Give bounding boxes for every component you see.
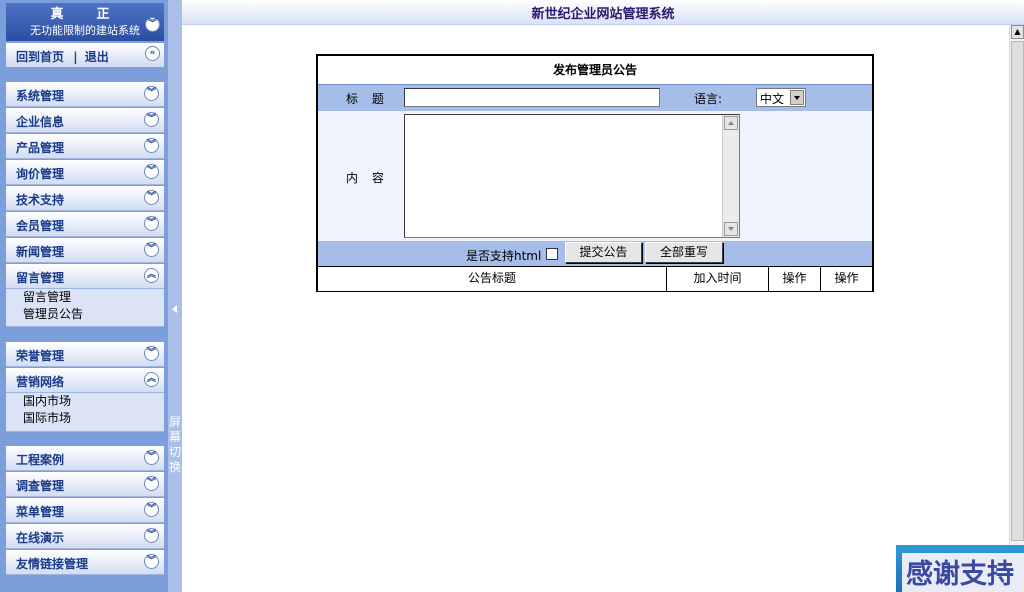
content-textarea[interactable]: [404, 114, 740, 238]
double-chevron-down-icon[interactable]: ︾: [144, 86, 159, 101]
submit-notice-button[interactable]: 提交公告: [565, 242, 642, 263]
title-row: 标 题 语言: 中文: [318, 85, 872, 111]
top-bar: 新世纪企业网站管理系统: [182, 0, 1024, 25]
title-input[interactable]: [404, 88, 660, 107]
notice-table-header: 公告标题 加入时间 操作 操作: [318, 266, 872, 291]
menu-item-inquiry[interactable]: 询价管理 ︾: [6, 160, 164, 185]
menu-item-menus[interactable]: 菜单管理 ︾: [6, 498, 164, 523]
submenu-item-messages[interactable]: 留言管理: [6, 289, 164, 306]
menu-item-system[interactable]: 系统管理 ︾: [6, 82, 164, 107]
menu-item-label: 菜单管理: [16, 505, 65, 519]
language-select[interactable]: 中文: [756, 88, 806, 107]
column-header-title: 公告标题: [467, 271, 516, 285]
page-scrollbar[interactable]: ▲: [1009, 25, 1024, 545]
menu-item-label: 友情链接管理: [16, 557, 89, 571]
home-link[interactable]: 回到首页: [16, 50, 64, 64]
menu-item-label: 技术支持: [16, 193, 65, 207]
html-support-checkbox[interactable]: [546, 248, 558, 260]
double-chevron-down-icon[interactable]: ︾: [144, 554, 159, 569]
submenu-item-domestic[interactable]: 国内市场: [6, 393, 164, 410]
home-separator: |: [73, 50, 78, 64]
menu-item-demo[interactable]: 在线演示 ︾: [6, 524, 164, 549]
menu-item-label: 留言管理: [16, 271, 65, 285]
menu-item-label: 工程案例: [16, 453, 65, 467]
double-chevron-down-icon[interactable]: ︾: [144, 476, 159, 491]
double-chevron-left-icon[interactable]: «: [145, 46, 160, 61]
submenu-messages: 留言管理 管理员公告: [6, 289, 164, 327]
column-header-action: 操作: [820, 267, 872, 291]
collapse-arrow-icon[interactable]: [172, 305, 177, 313]
scroll-thumb[interactable]: [1011, 41, 1024, 541]
menu-item-survey[interactable]: 调查管理 ︾: [6, 472, 164, 497]
double-chevron-down-icon[interactable]: ︾: [144, 190, 159, 205]
thanks-badge-text: 感谢支持: [902, 553, 1024, 592]
menu-item-label: 在线演示: [16, 531, 65, 545]
menu-item-links[interactable]: 友情链接管理 ︾: [6, 550, 164, 575]
menu-item-cases[interactable]: 工程案例 ︾: [6, 446, 164, 471]
double-chevron-down-icon[interactable]: ︾: [144, 112, 159, 127]
menu-item-label: 新闻管理: [16, 245, 65, 259]
menu-item-honors[interactable]: 荣誉管理 ︾: [6, 342, 164, 367]
menu-item-label: 调查管理: [16, 479, 65, 493]
double-chevron-down-icon[interactable]: ︾: [144, 450, 159, 465]
column-header-time: 加入时间: [666, 267, 768, 291]
menu-item-company[interactable]: 企业信息 ︾: [6, 108, 164, 133]
reset-all-button[interactable]: 全部重写: [645, 242, 723, 263]
action-row: 是否支持html 提交公告 全部重写: [318, 241, 872, 266]
menu-item-members[interactable]: 会员管理 ︾: [6, 212, 164, 237]
menu-item-support[interactable]: 技术支持 ︾: [6, 186, 164, 211]
submenu-item-international[interactable]: 国际市场: [6, 410, 164, 427]
textarea-scrollbar[interactable]: [722, 115, 739, 237]
column-header-action: 操作: [768, 267, 820, 291]
double-chevron-down-icon[interactable]: ︾: [144, 242, 159, 257]
double-chevron-down-icon[interactable]: ︾: [144, 164, 159, 179]
double-chevron-down-icon[interactable]: ︾: [144, 138, 159, 153]
menu-item-label: 系统管理: [16, 89, 65, 103]
scroll-up-icon[interactable]: ▲: [1011, 25, 1024, 39]
menu-item-label: 会员管理: [16, 219, 65, 233]
submenu-marketing: 国内市场 国际市场: [6, 393, 164, 432]
brand-line1: 真 正: [50, 7, 120, 22]
menu-item-label: 营销网络: [16, 375, 65, 389]
menu-item-label: 荣誉管理: [16, 349, 65, 363]
announcement-panel: 发布管理员公告 标 题 语言: 中文 内 容 是否支持html 提交公告 全部重…: [316, 54, 874, 292]
double-chevron-up-icon[interactable]: ︽: [144, 372, 159, 387]
brand-line2: 无功能限制的建站系统: [30, 24, 140, 37]
language-value: 中文: [760, 92, 785, 106]
menu-item-products[interactable]: 产品管理 ︾: [6, 134, 164, 159]
submenu-item-admin-notice[interactable]: 管理员公告: [6, 306, 164, 323]
sidebar: 真 正 无功能限制的建站系统 ︾ 回到首页 | 退出 « 系统管理 ︾ 企业信息…: [0, 0, 168, 592]
thanks-badge[interactable]: 感谢支持: [896, 545, 1024, 592]
content-label: 内 容: [346, 171, 389, 185]
panel-heading: 发布管理员公告: [318, 56, 872, 85]
double-chevron-down-icon[interactable]: ︾: [144, 528, 159, 543]
double-chevron-down-icon[interactable]: ︾: [144, 346, 159, 361]
menu-item-label: 产品管理: [16, 141, 65, 155]
scroll-down-icon[interactable]: [724, 222, 738, 236]
dropdown-arrow-icon[interactable]: [790, 90, 804, 105]
title-label: 标 题: [346, 92, 389, 106]
menu-item-news[interactable]: 新闻管理 ︾: [6, 238, 164, 263]
html-support-label: 是否支持html: [466, 249, 542, 263]
home-bar: 回到首页 | 退出 «: [6, 43, 164, 67]
menu-item-label: 企业信息: [16, 115, 65, 129]
screen-splitter[interactable]: 屏幕切换: [168, 0, 182, 592]
double-chevron-up-icon[interactable]: ︽: [144, 268, 159, 283]
page-title: 新世纪企业网站管理系统: [531, 7, 675, 22]
menu-item-messages[interactable]: 留言管理 ︽: [6, 264, 164, 289]
screen-switch-label[interactable]: 屏幕切换: [169, 415, 181, 475]
content-row: 内 容: [318, 111, 872, 241]
brand-banner: 真 正 无功能限制的建站系统 ︾: [6, 3, 164, 41]
language-label: 语言:: [694, 92, 723, 106]
menu-item-label: 询价管理: [16, 167, 65, 181]
menu-item-marketing[interactable]: 营销网络 ︽: [6, 368, 164, 393]
double-chevron-down-icon[interactable]: ︾: [144, 216, 159, 231]
scroll-up-icon[interactable]: [724, 116, 738, 130]
double-chevron-down-icon[interactable]: ︾: [144, 502, 159, 517]
logout-link[interactable]: 退出: [85, 50, 109, 64]
double-chevron-down-icon[interactable]: ︾: [145, 17, 160, 32]
